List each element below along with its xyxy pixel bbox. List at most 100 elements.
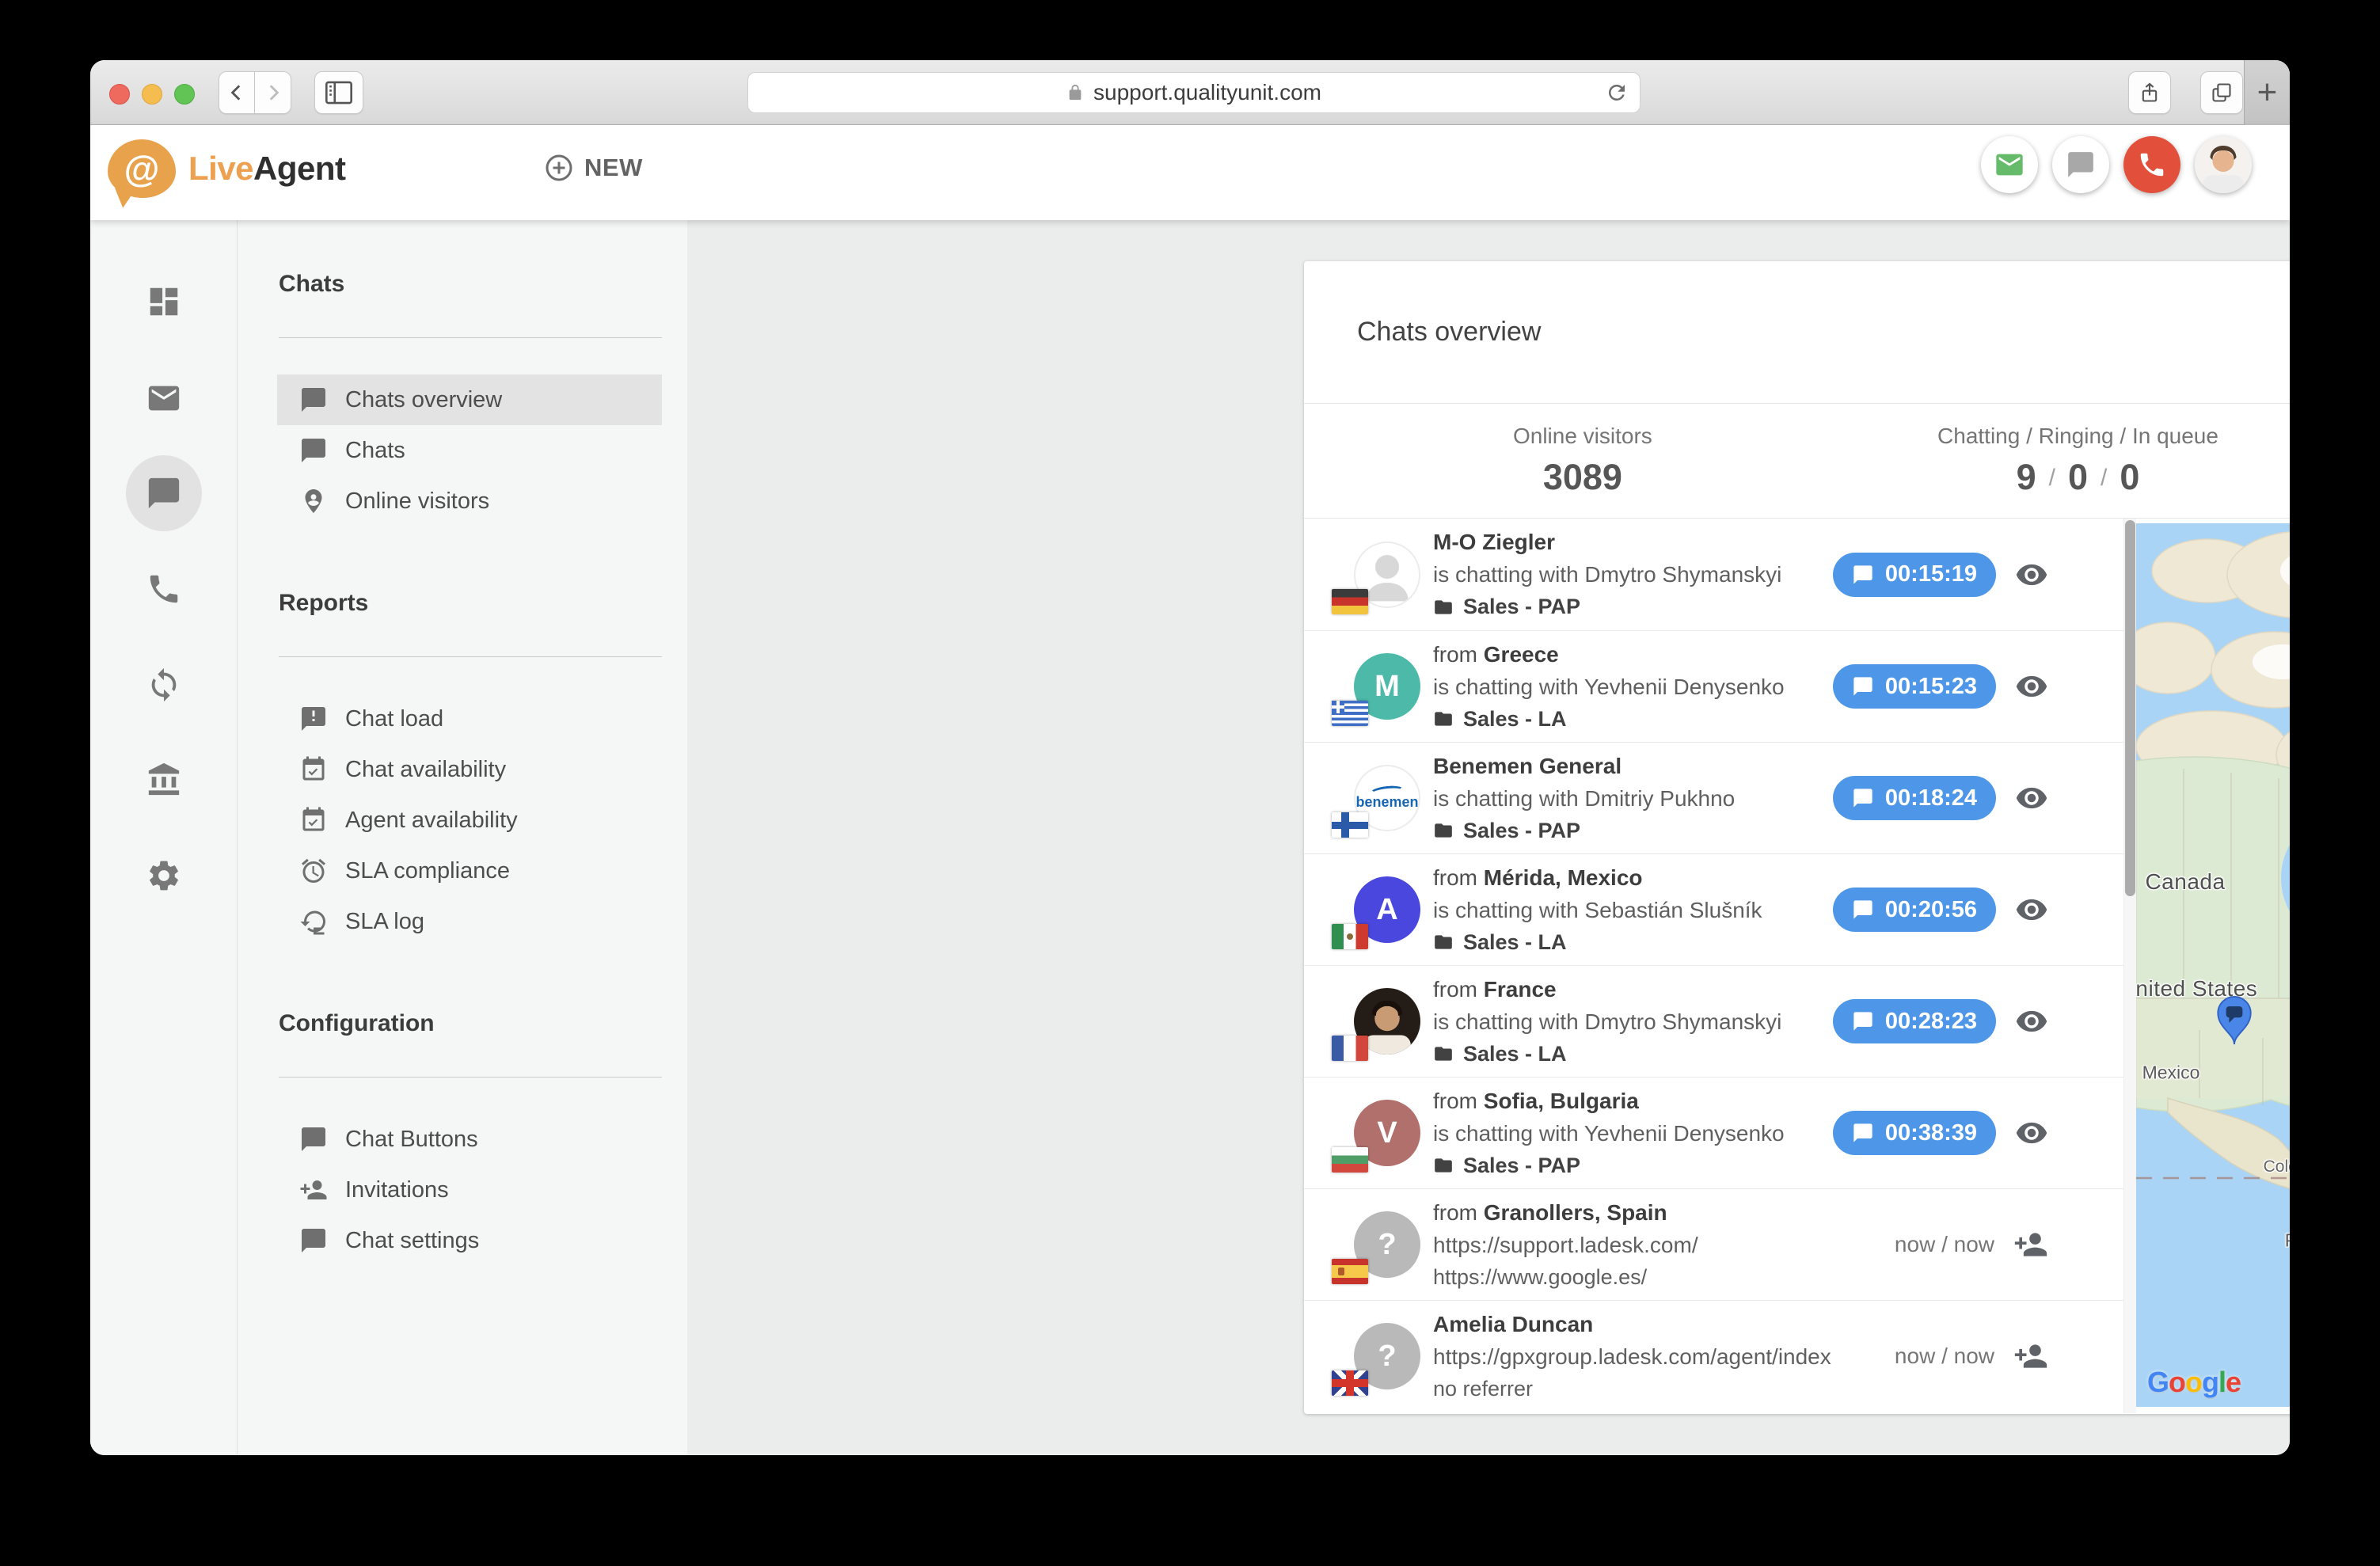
sidebar-item-sla-log[interactable]: SLA log xyxy=(277,896,662,947)
visit-time: now / now xyxy=(1895,1344,1994,1369)
country-flag-finland xyxy=(1332,812,1368,838)
plus-circle-icon xyxy=(545,154,573,182)
chat-alert-icon xyxy=(299,705,328,733)
chat-icon xyxy=(146,475,182,511)
view-chat-icon[interactable] xyxy=(2015,1005,2048,1038)
country-flag-spain xyxy=(1332,1259,1368,1284)
mail-icon xyxy=(1994,149,2025,181)
divider xyxy=(279,337,662,338)
google-logo[interactable]: Google xyxy=(2147,1366,2241,1399)
sidebar-item-invitations[interactable]: Invitations xyxy=(277,1165,662,1215)
view-chat-icon[interactable] xyxy=(2015,558,2048,591)
sidebar-icon xyxy=(325,81,352,105)
new-tab-button[interactable]: + xyxy=(2244,60,2290,125)
sidebar-item-label: Agent availability xyxy=(345,808,518,834)
alarm-icon xyxy=(299,857,328,885)
sidebar-item-sla-compliance[interactable]: SLA compliance xyxy=(277,846,662,896)
folder-icon xyxy=(1433,1043,1454,1064)
folder-icon xyxy=(1433,709,1454,729)
chat-row[interactable]: M-O Ziegler is chatting with Dmytro Shym… xyxy=(1304,519,2123,630)
browser-toolbar: support.qualityunit.com + xyxy=(90,60,2290,125)
rail-calls[interactable] xyxy=(126,551,202,627)
invite-visitor-icon[interactable] xyxy=(2013,1227,2048,1262)
visitors-map[interactable]: GreenlandIcelandFinlandNorwaySwedenCanad… xyxy=(2136,523,2290,1407)
sync-icon xyxy=(146,667,182,703)
chats-overview-card: Chats overview Online visitors 3089 Chat… xyxy=(1304,261,2290,1414)
view-chat-icon[interactable] xyxy=(2015,670,2048,703)
sidebar-toggle-button[interactable] xyxy=(314,71,363,114)
person-pin-icon xyxy=(299,487,328,515)
view-chat-icon[interactable] xyxy=(2015,893,2048,926)
address-bar[interactable]: support.qualityunit.com xyxy=(747,72,1641,113)
sidebar-item-label: Chat Buttons xyxy=(345,1127,478,1153)
user-avatar[interactable] xyxy=(2195,136,2252,193)
sidebar-item-chat-load[interactable]: Chat load xyxy=(277,694,662,744)
chats-button[interactable] xyxy=(2052,136,2109,193)
sidebar-item-chats[interactable]: Chats xyxy=(277,425,662,476)
url-text: support.qualityunit.com xyxy=(1093,80,1321,105)
chat-row[interactable]: ? from Granollers, Spain https://support… xyxy=(1304,1188,2123,1300)
sidebar-item-chats-overview[interactable]: Chats overview xyxy=(277,374,662,425)
chevron-left-icon xyxy=(226,82,247,103)
back-button[interactable] xyxy=(219,71,255,114)
sidebar-item-chat-settings[interactable]: Chat settings xyxy=(277,1215,662,1266)
map-pin-chat[interactable] xyxy=(2216,995,2253,1050)
view-chat-icon[interactable] xyxy=(2015,1116,2048,1150)
share-button[interactable] xyxy=(2128,71,2171,114)
chat-row[interactable]: from France is chatting with Dmytro Shym… xyxy=(1304,965,2123,1077)
zoom-window-button[interactable] xyxy=(174,84,195,105)
brand-name: LiveAgent xyxy=(188,150,346,188)
scrollbar-thumb[interactable] xyxy=(2125,520,2135,896)
sidebar-item-agent-availability[interactable]: Agent availability xyxy=(277,795,662,846)
settings-gear-icon xyxy=(146,857,182,894)
show-tabs-button[interactable] xyxy=(2200,71,2243,114)
chat-duration-badge: 00:28:23 xyxy=(1833,999,1996,1043)
rail-tickets[interactable] xyxy=(126,360,202,436)
close-window-button[interactable] xyxy=(109,84,130,105)
tabs-icon xyxy=(2211,82,2233,104)
view-chat-icon[interactable] xyxy=(2015,781,2048,815)
chat-row[interactable]: A from Mérida, Mexico is chatting with S… xyxy=(1304,853,2123,965)
rail-settings[interactable] xyxy=(126,838,202,914)
tickets-button[interactable] xyxy=(1981,136,2038,193)
new-button[interactable]: NEW xyxy=(545,154,643,182)
plus-icon: + xyxy=(2257,73,2278,112)
stats-row: Online visitors 3089 Chatting / Ringing … xyxy=(1304,404,2290,519)
minimize-window-button[interactable] xyxy=(142,84,162,105)
country-flag-uk xyxy=(1332,1370,1368,1396)
liveagent-logo[interactable]: @ LiveAgent xyxy=(108,139,346,198)
chat-row[interactable]: ? Amelia Duncan https://gpxgroup.ladesk.… xyxy=(1304,1300,2123,1412)
forward-button[interactable] xyxy=(255,71,291,114)
sidebar-item-chat-buttons[interactable]: Chat Buttons xyxy=(277,1114,662,1165)
stat-chatting-ringing-queue: Chatting / Ringing / In queue 9/0/0 xyxy=(1861,404,2290,518)
rail-dashboard[interactable] xyxy=(126,264,202,340)
chat-duration-badge: 00:15:19 xyxy=(1833,553,1996,597)
scrollbar[interactable] xyxy=(2123,519,2136,1413)
rail-sync[interactable] xyxy=(126,647,202,723)
calendar-check-icon xyxy=(299,806,328,834)
sidebar-section-configuration: Configuration xyxy=(238,1010,687,1037)
rail-chats[interactable] xyxy=(126,455,202,531)
phone-icon xyxy=(2137,150,2167,180)
icon-rail xyxy=(90,220,238,1455)
country-flag-greece xyxy=(1332,701,1368,726)
user-photo xyxy=(2195,136,2252,193)
card-header: Chats overview xyxy=(1304,261,2290,404)
sidebar-item-chat-availability[interactable]: Chat availability xyxy=(277,744,662,795)
invite-visitor-icon[interactable] xyxy=(2013,1339,2048,1374)
share-icon xyxy=(2139,81,2161,105)
stat-online-visitors: Online visitors 3089 xyxy=(1304,404,1861,518)
main-area: Chats overview Online visitors 3089 Chat… xyxy=(687,220,2290,1455)
chat-row[interactable]: benemen Benemen General is chatting with… xyxy=(1304,742,2123,853)
appbar-actions xyxy=(1981,136,2252,193)
sidebar-item-label: Invitations xyxy=(345,1177,449,1203)
folder-icon xyxy=(1433,932,1454,952)
chat-row[interactable]: M from Greece is chatting with Yevhenii … xyxy=(1304,630,2123,742)
rail-academy[interactable] xyxy=(126,742,202,818)
chat-row[interactable]: V from Sofia, Bulgaria is chatting with … xyxy=(1304,1077,2123,1188)
sidebar-item-label: Online visitors xyxy=(345,488,489,515)
reload-button[interactable] xyxy=(1605,81,1629,110)
sidebar-item-online-visitors[interactable]: Online visitors xyxy=(277,476,662,526)
calls-button[interactable] xyxy=(2123,136,2180,193)
chat-icon xyxy=(299,436,328,465)
